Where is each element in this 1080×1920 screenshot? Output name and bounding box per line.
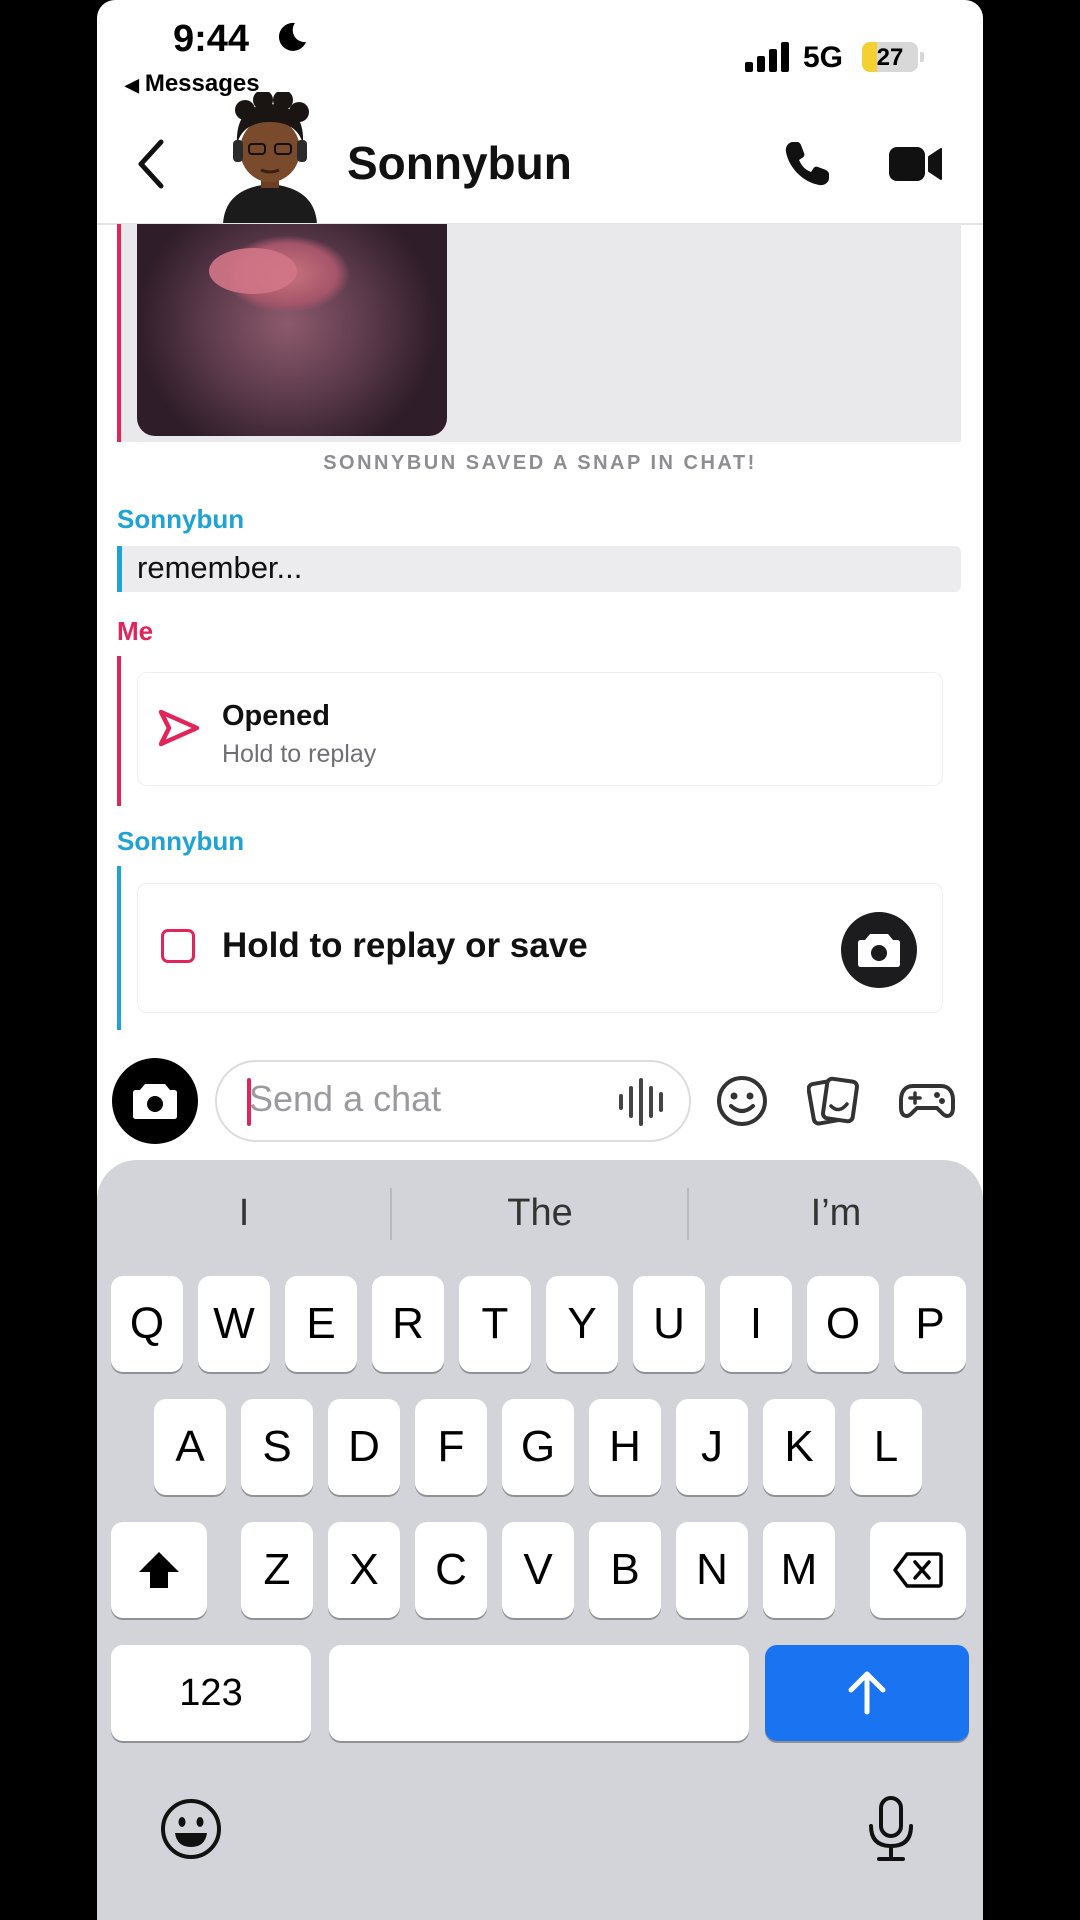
key-d[interactable]: D <box>328 1399 400 1495</box>
camera-icon[interactable] <box>841 912 917 988</box>
key-s[interactable]: S <box>241 1399 313 1495</box>
phone-screen: 9:44 ◀ Messages 5G 27 Sonnybun SONNYBUN … <box>97 0 983 1920</box>
return-key[interactable] <box>765 1645 969 1741</box>
back-triangle-icon: ◀ <box>125 75 139 95</box>
key-e[interactable]: E <box>285 1276 357 1372</box>
sender-accent-bar <box>117 866 121 1030</box>
sender-accent-bar <box>117 546 122 592</box>
key-c[interactable]: C <box>415 1522 487 1618</box>
battery-percent: 27 <box>876 44 904 71</box>
video-icon[interactable] <box>889 145 943 188</box>
saved-snap-thumbnail[interactable] <box>137 224 447 436</box>
signal-icon <box>745 42 791 77</box>
key-n[interactable]: N <box>676 1522 748 1618</box>
saved-snap-note: SONNYBUN SAVED A SNAP IN CHAT! <box>323 452 757 474</box>
snap-image-detail <box>209 248 297 294</box>
space-key[interactable] <box>329 1645 749 1741</box>
sender-accent-bar <box>117 224 121 442</box>
key-z[interactable]: Z <box>241 1522 313 1618</box>
key-y[interactable]: Y <box>546 1276 618 1372</box>
key-v[interactable]: V <box>502 1522 574 1618</box>
battery-tip <box>920 52 924 62</box>
message-text: remember... <box>137 550 303 585</box>
suggestion-divider <box>390 1188 392 1240</box>
opened-label: Opened <box>222 700 330 732</box>
suggestion-3[interactable]: I’m <box>689 1192 983 1235</box>
network-label: 5G <box>803 41 844 74</box>
key-h[interactable]: H <box>589 1399 661 1495</box>
bitmoji-avatar[interactable] <box>215 90 325 224</box>
return-arrow-icon <box>848 1671 886 1715</box>
emoji-icon[interactable] <box>715 1074 769 1133</box>
key-w[interactable]: W <box>198 1276 270 1372</box>
key-x[interactable]: X <box>328 1522 400 1618</box>
sender-label: Me <box>117 616 154 646</box>
key-u[interactable]: U <box>633 1276 705 1372</box>
key-t[interactable]: T <box>459 1276 531 1372</box>
key-f[interactable]: F <box>415 1399 487 1495</box>
keyboard-emoji-icon[interactable] <box>159 1797 223 1866</box>
sticker-icon[interactable] <box>806 1074 861 1133</box>
key-o[interactable]: O <box>807 1276 879 1372</box>
shift-key[interactable] <box>111 1522 207 1618</box>
key-b[interactable]: B <box>589 1522 661 1618</box>
key-g[interactable]: G <box>502 1399 574 1495</box>
key-m[interactable]: M <box>763 1522 835 1618</box>
snap-label: Hold to replay or save <box>222 926 588 965</box>
sender-label: Sonnybun <box>117 826 245 856</box>
backspace-icon <box>893 1552 943 1588</box>
battery-indicator: 27 <box>862 42 918 72</box>
key-p[interactable]: P <box>894 1276 966 1372</box>
key-k[interactable]: K <box>763 1399 835 1495</box>
chat-title[interactable]: Sonnybun <box>347 136 572 190</box>
game-controller-icon[interactable] <box>899 1074 955 1133</box>
phone-icon[interactable] <box>781 138 833 195</box>
key-i[interactable]: I <box>720 1276 792 1372</box>
unopened-snap-icon <box>161 929 195 963</box>
back-chevron-icon[interactable] <box>133 138 169 195</box>
key-a[interactable]: A <box>154 1399 226 1495</box>
chat-input-placeholder: Send a chat <box>249 1078 442 1119</box>
dictation-mic-icon[interactable] <box>863 1794 919 1869</box>
sender-label: Sonnybun <box>117 504 245 534</box>
numbers-key[interactable]: 123 <box>111 1645 311 1741</box>
status-time: 9:44 <box>173 18 250 60</box>
suggestion-2[interactable]: The <box>393 1192 687 1235</box>
sender-accent-bar <box>117 656 121 806</box>
shift-icon <box>139 1552 179 1588</box>
key-j[interactable]: J <box>676 1399 748 1495</box>
key-q[interactable]: Q <box>111 1276 183 1372</box>
send-arrow-icon <box>157 708 201 753</box>
key-r[interactable]: R <box>372 1276 444 1372</box>
voice-icon[interactable] <box>617 1078 671 1131</box>
moon-icon <box>275 20 309 59</box>
opened-sublabel: Hold to replay <box>222 740 377 768</box>
backspace-key[interactable] <box>870 1522 966 1618</box>
key-l[interactable]: L <box>850 1399 922 1495</box>
suggestion-1[interactable]: I <box>97 1192 391 1235</box>
text-caret <box>247 1078 251 1126</box>
camera-button[interactable] <box>112 1058 198 1144</box>
